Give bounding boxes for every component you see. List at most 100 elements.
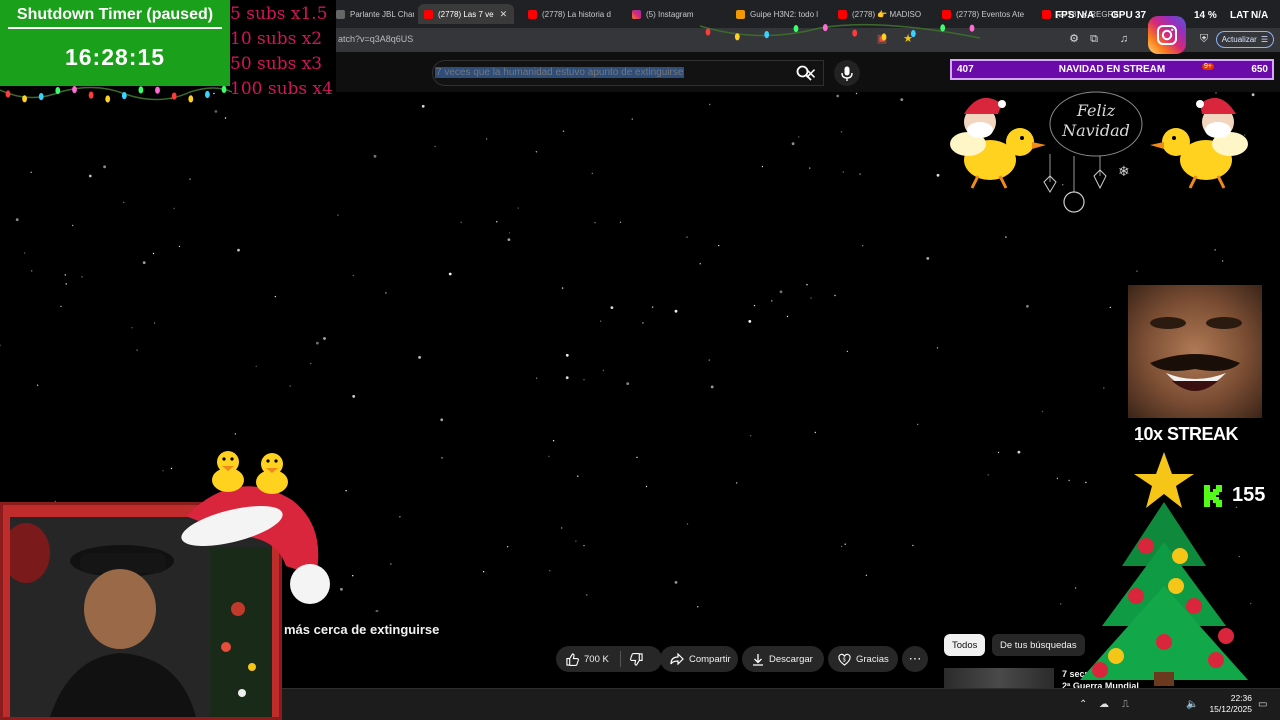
christmas-lights-decoration [0, 85, 232, 103]
star [1136, 270, 1138, 272]
star [753, 304, 756, 307]
subs-multiplier-item: 10 subs x2 [230, 29, 323, 49]
star [30, 171, 32, 173]
like-icon[interactable] [566, 652, 579, 666]
star [699, 263, 701, 265]
star [496, 221, 498, 223]
show-hidden-icons[interactable]: ⌃ [1079, 699, 1087, 710]
star [809, 167, 811, 169]
url-text[interactable]: atch?v=q3A8q6US [338, 34, 413, 44]
star [565, 353, 569, 357]
fps-value: N/A [1077, 10, 1095, 21]
tab-label: (2778) Eventos Ate [956, 9, 1025, 19]
like-dislike-group: 700 K [556, 646, 662, 672]
download-label: Descargar [769, 653, 813, 665]
browser-tab-active[interactable]: (2778) Las 7 ve ✕ [418, 4, 514, 24]
browser-tab[interactable]: Parlante JBL Charge [336, 4, 414, 24]
thanks-button[interactable]: $ Gracias [828, 646, 898, 672]
santa-duck-left [950, 97, 1046, 189]
light-bulb [138, 86, 144, 94]
ornament [1108, 648, 1124, 664]
video-title: más cerca de extinguirse [284, 622, 440, 637]
star [602, 369, 605, 372]
laughing-face-image [1150, 317, 1242, 391]
like-count[interactable]: 700 K [584, 654, 609, 665]
extensions-icon[interactable]: ⚙ [1068, 33, 1080, 45]
star [440, 418, 444, 422]
light-bulb [969, 24, 975, 32]
star [103, 165, 106, 169]
star [583, 544, 585, 547]
christmas-lights-decoration [700, 23, 980, 41]
goal-target: 650 [1251, 64, 1268, 75]
music-icon[interactable]: ♫ [1118, 33, 1130, 45]
star [131, 327, 133, 329]
star [917, 423, 919, 426]
more-actions-button[interactable]: ⋯ [902, 646, 928, 672]
star [535, 151, 538, 153]
star [840, 545, 843, 548]
star [636, 456, 638, 459]
svg-text:Navidad: Navidad [1061, 121, 1130, 140]
voice-search-button[interactable] [834, 60, 860, 86]
star [718, 244, 720, 247]
chip-all[interactable]: Todos [944, 634, 986, 656]
close-tab-icon[interactable]: ✕ [500, 9, 508, 20]
star [1068, 479, 1070, 482]
shield-icon[interactable]: ⛨ [1198, 33, 1210, 45]
light-bulb [121, 92, 127, 100]
tab-label: (2778) 👉 MADISO [852, 9, 922, 19]
search-icon [796, 65, 812, 81]
star [686, 236, 688, 238]
star [575, 540, 577, 542]
star [586, 594, 588, 596]
star [709, 103, 711, 106]
recommendation-thumbnail[interactable] [944, 668, 1054, 690]
star [561, 527, 563, 529]
notifications-icon[interactable]: ▭ [1258, 699, 1267, 710]
cloud-icon[interactable]: ☁ [1099, 699, 1109, 710]
dislike-icon[interactable] [629, 652, 643, 666]
star [1103, 387, 1105, 389]
star [814, 431, 816, 434]
star [136, 349, 138, 351]
star [619, 221, 622, 223]
volume-icon[interactable]: 🔈 [1186, 699, 1198, 710]
star [806, 284, 808, 286]
light-bulb [155, 86, 160, 94]
screenshot-icon[interactable]: ⧉ [1088, 33, 1100, 45]
search-input[interactable]: 7 veces que la humanidad estuvo apunto d… [432, 60, 824, 86]
star [1214, 249, 1216, 251]
star [485, 138, 488, 140]
star [72, 224, 74, 227]
navidad-goal-bar: 407 NAVIDAD EN STREAM 650 [950, 59, 1274, 80]
chip-from-searches[interactable]: De tus búsquedas [992, 634, 1085, 656]
light-bulb [221, 85, 227, 93]
system-clock[interactable]: 22:36 15/12/2025 [1209, 693, 1252, 715]
light-bulb [205, 90, 210, 99]
fps-label: FPS [1055, 10, 1075, 21]
download-button[interactable]: Descargar [742, 646, 824, 672]
star [565, 376, 569, 380]
browser-tab[interactable]: (2778) La historia d [528, 4, 618, 24]
usb-icon[interactable]: ⎍ [1122, 699, 1129, 710]
search-button[interactable] [784, 60, 824, 86]
star [561, 287, 564, 289]
ornament [1138, 538, 1154, 554]
update-button[interactable]: Actualizar ☰ [1215, 31, 1274, 48]
light-bulb [734, 33, 740, 41]
star [375, 609, 379, 612]
ornament [1092, 662, 1108, 678]
search-query-text[interactable]: 7 veces que la humanidad estuvo apunto d… [435, 67, 685, 78]
star [390, 563, 392, 565]
star [88, 174, 92, 178]
download-icon [753, 653, 763, 666]
star [786, 315, 789, 318]
star [631, 118, 633, 120]
tab-label: (2778) Las 7 ve [438, 9, 494, 19]
star [599, 320, 602, 322]
light-bulb [852, 29, 858, 37]
share-button[interactable]: Compartir [660, 646, 738, 672]
star [548, 455, 550, 458]
star [234, 433, 237, 435]
